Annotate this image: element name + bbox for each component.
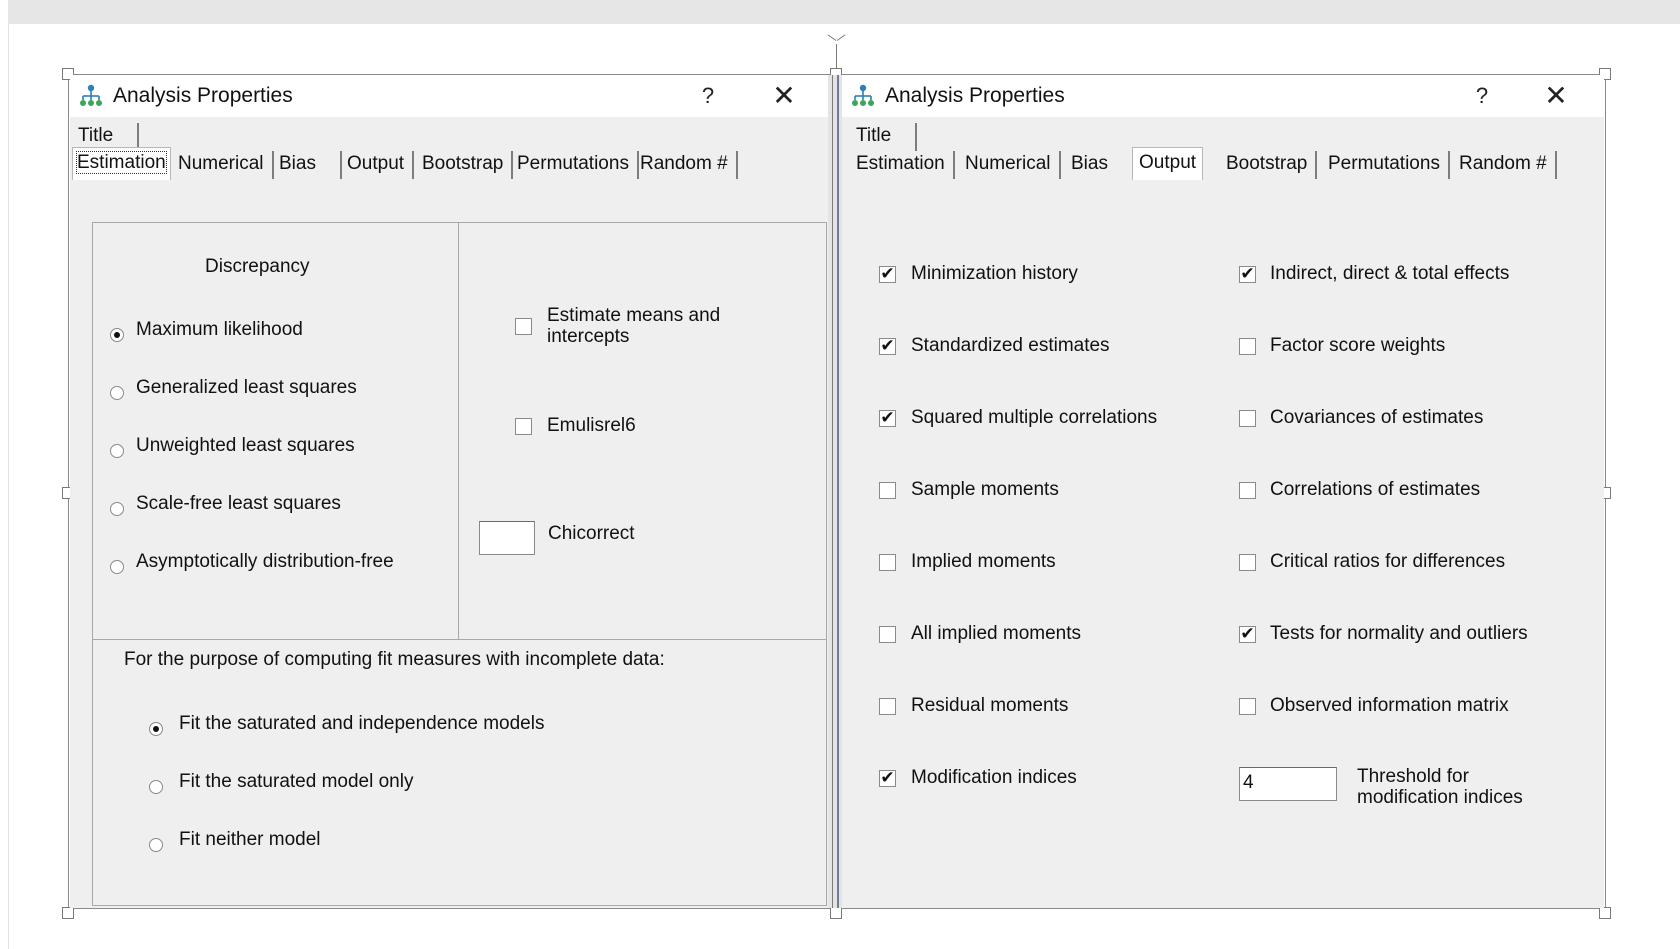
- label-chicorrect[interactable]: Chicorrect: [548, 523, 635, 545]
- checkbox-residual-moments[interactable]: [879, 698, 896, 715]
- tab-permutations[interactable]: Permutations: [517, 151, 639, 179]
- resize-handle-bottom-middle[interactable]: [830, 907, 842, 919]
- checkbox-modification-indices[interactable]: ✔: [879, 770, 896, 787]
- discrepancy-group: [92, 222, 459, 640]
- label-emulisrel6[interactable]: Emulisrel6: [547, 415, 636, 437]
- tab-bias[interactable]: Bias: [1071, 151, 1108, 179]
- radio-maximum-likelihood[interactable]: [110, 328, 124, 342]
- document-top-bar: [8, 0, 1680, 24]
- radio-scale-free-least-squares[interactable]: [110, 502, 124, 516]
- label-unweighted-least-squares[interactable]: Unweighted least squares: [136, 435, 355, 457]
- tab-numerical[interactable]: Numerical: [178, 151, 274, 179]
- label-estimate-means[interactable]: Estimate means and intercepts: [547, 305, 720, 347]
- amos-tree-icon: [852, 84, 874, 106]
- checkbox-minimization-history[interactable]: ✔: [879, 266, 896, 283]
- chicorrect-input[interactable]: [479, 521, 535, 555]
- options-group: [458, 222, 827, 640]
- radio-unweighted-least-squares[interactable]: [110, 444, 124, 458]
- label-estimate-means-line2: intercepts: [547, 326, 630, 347]
- close-button[interactable]: ✕: [767, 80, 801, 112]
- label-scale-free-least-squares[interactable]: Scale-free least squares: [136, 493, 341, 515]
- tab-estimation[interactable]: Estimation: [856, 151, 955, 179]
- label-fit-saturated-independence[interactable]: Fit the saturated and independence model…: [179, 713, 544, 735]
- resize-handle-bottom-right[interactable]: [1599, 907, 1611, 919]
- label-fit-saturated-only[interactable]: Fit the saturated model only: [179, 771, 413, 793]
- label-modification-indices[interactable]: Modification indices: [911, 767, 1077, 789]
- dialog-title-bar: Analysis Properties ? ✕: [842, 75, 1604, 117]
- radio-fit-saturated-independence[interactable]: [149, 722, 163, 736]
- label-critical-ratios[interactable]: Critical ratios for differences: [1270, 551, 1505, 573]
- help-button[interactable]: ?: [693, 80, 723, 112]
- label-asymptotically-distribution-free[interactable]: Asymptotically distribution-free: [136, 551, 394, 573]
- radio-fit-neither[interactable]: [149, 838, 163, 852]
- checkbox-tests-normality-outliers[interactable]: ✔: [1239, 626, 1256, 643]
- label-generalized-least-squares[interactable]: Generalized least squares: [136, 377, 357, 399]
- checkbox-standardized-estimates[interactable]: ✔: [879, 338, 896, 355]
- checkbox-implied-moments[interactable]: [879, 554, 896, 571]
- label-squared-multiple-correlations[interactable]: Squared multiple correlations: [911, 407, 1157, 429]
- checkbox-critical-ratios[interactable]: [1239, 554, 1256, 571]
- document-edge: [8, 24, 9, 949]
- checkbox-observed-information-matrix[interactable]: [1239, 698, 1256, 715]
- label-standardized-estimates[interactable]: Standardized estimates: [911, 335, 1110, 357]
- tab-bootstrap[interactable]: Bootstrap: [422, 151, 514, 179]
- rotate-handle-icon[interactable]: [827, 34, 837, 41]
- incomplete-data-heading: For the purpose of computing fit measure…: [124, 649, 665, 670]
- analysis-properties-dialog-output: Analysis Properties ? ✕ Title Estimation…: [842, 75, 1604, 908]
- label-minimization-history[interactable]: Minimization history: [911, 263, 1078, 285]
- resize-handle-bottom-left[interactable]: [62, 907, 74, 919]
- label-factor-score-weights[interactable]: Factor score weights: [1270, 335, 1445, 357]
- tab-estimation[interactable]: Estimation: [72, 147, 171, 180]
- checkbox-correlations-of-estimates[interactable]: [1239, 482, 1256, 499]
- checkbox-indirect-direct-total-effects[interactable]: ✔: [1239, 266, 1256, 283]
- tab-output[interactable]: Output: [1132, 147, 1204, 180]
- help-button[interactable]: ?: [1467, 80, 1497, 112]
- tab-bootstrap[interactable]: Bootstrap: [1226, 151, 1318, 179]
- tab-bias[interactable]: Bias: [279, 151, 342, 179]
- label-correlations-of-estimates[interactable]: Correlations of estimates: [1270, 479, 1480, 501]
- label-threshold: Threshold for modification indices: [1357, 766, 1523, 808]
- rotate-handle-icon-b[interactable]: [836, 34, 846, 41]
- radio-asymptotically-distribution-free[interactable]: [110, 560, 124, 574]
- checkbox-covariances-of-estimates[interactable]: [1239, 410, 1256, 427]
- tab-random[interactable]: Random #: [1459, 151, 1557, 179]
- dialog-divider: [828, 75, 842, 908]
- label-all-implied-moments[interactable]: All implied moments: [911, 623, 1081, 645]
- tab-title[interactable]: Title: [856, 123, 918, 151]
- label-residual-moments[interactable]: Residual moments: [911, 695, 1068, 717]
- checkbox-factor-score-weights[interactable]: [1239, 338, 1256, 355]
- dialog-title: Analysis Properties: [885, 84, 1065, 107]
- radio-generalized-least-squares[interactable]: [110, 386, 124, 400]
- label-indirect-direct-total-effects[interactable]: Indirect, direct & total effects: [1270, 263, 1509, 285]
- amos-tree-icon: [80, 84, 102, 106]
- label-maximum-likelihood[interactable]: Maximum likelihood: [136, 319, 303, 341]
- radio-fit-saturated-only[interactable]: [149, 780, 163, 794]
- label-tests-normality-outliers[interactable]: Tests for normality and outliers: [1270, 623, 1528, 645]
- dialog-title: Analysis Properties: [113, 84, 293, 107]
- label-sample-moments[interactable]: Sample moments: [911, 479, 1059, 501]
- label-estimate-means-line1: Estimate means and: [547, 305, 721, 326]
- checkbox-emulisrel6[interactable]: [515, 418, 532, 435]
- checkbox-all-implied-moments[interactable]: [879, 626, 896, 643]
- tab-permutations[interactable]: Permutations: [1328, 151, 1450, 179]
- label-observed-information-matrix[interactable]: Observed information matrix: [1270, 695, 1509, 717]
- discrepancy-heading: Discrepancy: [205, 256, 310, 277]
- analysis-properties-dialog-estimation: Analysis Properties ? ✕ Title Estimation…: [70, 75, 828, 908]
- tab-numerical[interactable]: Numerical: [965, 151, 1061, 179]
- label-threshold-line2: modification indices: [1357, 787, 1523, 808]
- checkbox-squared-multiple-correlations[interactable]: ✔: [879, 410, 896, 427]
- label-threshold-line1: Threshold for: [1357, 766, 1469, 787]
- label-covariances-of-estimates[interactable]: Covariances of estimates: [1270, 407, 1483, 429]
- close-button[interactable]: ✕: [1539, 80, 1573, 112]
- tab-random[interactable]: Random #: [640, 151, 738, 179]
- checkbox-estimate-means[interactable]: [515, 318, 532, 335]
- dialog-title-bar: Analysis Properties ? ✕: [70, 75, 828, 117]
- label-fit-neither[interactable]: Fit neither model: [179, 829, 321, 851]
- tab-output[interactable]: Output: [347, 151, 415, 179]
- label-implied-moments[interactable]: Implied moments: [911, 551, 1056, 573]
- threshold-input[interactable]: 4: [1239, 767, 1337, 801]
- checkbox-sample-moments[interactable]: [879, 482, 896, 499]
